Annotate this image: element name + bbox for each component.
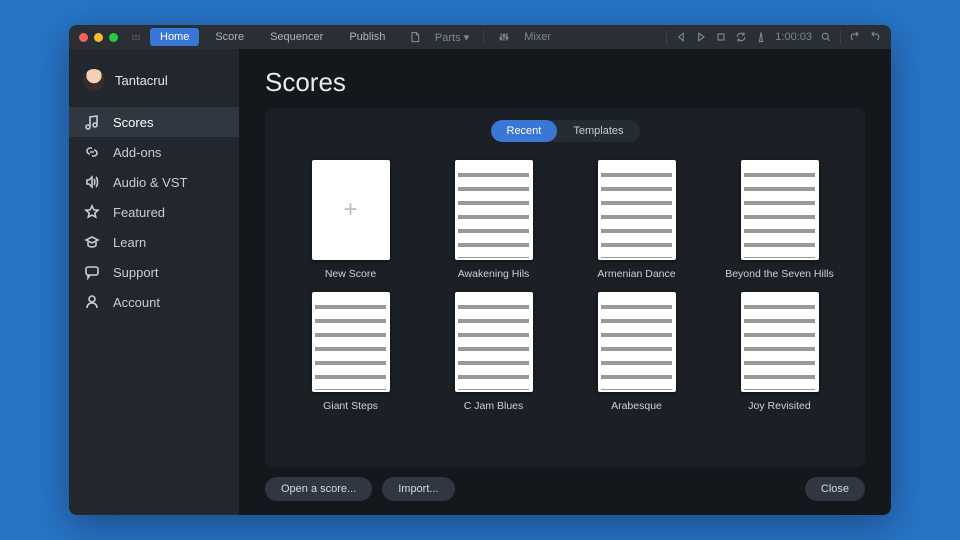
star-icon (83, 203, 101, 221)
sidebar-item-label: Add-ons (113, 145, 161, 160)
sidebar-item-label: Support (113, 265, 159, 280)
window-close-button[interactable] (79, 33, 88, 42)
sidebar-item-scores[interactable]: Scores (69, 107, 239, 137)
top-tab-publish[interactable]: Publish (339, 28, 395, 46)
window-maximize-button[interactable] (109, 33, 118, 42)
zoom-icon[interactable] (820, 31, 832, 43)
mixer-icon (498, 31, 510, 43)
toolbar-right: 1:00:03 (666, 30, 881, 44)
score-card-label: Awakening Hils (458, 268, 530, 280)
document-icon (409, 31, 421, 43)
score-card-label: New Score (325, 268, 376, 280)
avatar (83, 69, 105, 91)
sidebar-item-label: Scores (113, 115, 153, 130)
undo-icon[interactable] (849, 31, 861, 43)
scores-panel: Recent Templates + New Score Awakening H… (265, 108, 865, 467)
top-tab-score[interactable]: Score (205, 28, 254, 46)
scores-grid: + New Score Awakening Hils Armenian Danc… (281, 156, 849, 416)
mixer-button[interactable]: Mixer (524, 31, 551, 43)
tab-templates[interactable]: Templates (557, 120, 639, 142)
score-thumb (455, 160, 533, 260)
score-card-label: Armenian Dance (597, 268, 675, 280)
titlebar: Home Score Sequencer Publish Parts ▾ Mix… (69, 25, 891, 49)
metronome-icon[interactable] (755, 31, 767, 43)
link-icon (83, 143, 101, 161)
top-tabs: Home Score Sequencer Publish (150, 28, 395, 46)
body: Tantacrul Scores Add-ons Audio & VST Fe (69, 49, 891, 515)
stop-icon[interactable] (715, 31, 727, 43)
score-card-label: Beyond the Seven Hills (725, 268, 834, 280)
panel-tabs: Recent Templates (491, 120, 640, 142)
main: Scores Recent Templates + New Score Awak… (239, 49, 891, 515)
cap-icon (83, 233, 101, 251)
score-card[interactable]: Joy Revisited (720, 292, 839, 412)
toolbar-center: Parts ▾ Mixer (409, 30, 551, 44)
speaker-icon (83, 173, 101, 191)
parts-button[interactable]: Parts ▾ (435, 31, 469, 44)
score-thumb (598, 160, 676, 260)
username: Tantacrul (115, 73, 168, 88)
score-card-label: Giant Steps (323, 400, 378, 412)
window-minimize-button[interactable] (94, 33, 103, 42)
score-card[interactable]: Awakening Hils (434, 160, 553, 280)
timecode-display: 1:00:03 (775, 31, 812, 43)
play-icon[interactable] (695, 31, 707, 43)
score-card[interactable]: Arabesque (577, 292, 696, 412)
sidebar-nav: Scores Add-ons Audio & VST Featured Lear… (69, 107, 239, 317)
score-card[interactable]: Armenian Dance (577, 160, 696, 280)
sidebar-item-label: Learn (113, 235, 146, 250)
sidebar-item-label: Audio & VST (113, 175, 187, 190)
profile[interactable]: Tantacrul (69, 61, 239, 99)
user-icon (83, 293, 101, 311)
window-controls (79, 33, 118, 42)
import-button[interactable]: Import... (382, 477, 454, 501)
page-title: Scores (265, 67, 865, 98)
score-card[interactable]: Giant Steps (291, 292, 410, 412)
sidebar-item-support[interactable]: Support (69, 257, 239, 287)
footer: Open a score... Import... Close (265, 477, 865, 501)
loop-icon[interactable] (735, 31, 747, 43)
sidebar-item-label: Account (113, 295, 160, 310)
app-window: Home Score Sequencer Publish Parts ▾ Mix… (69, 25, 891, 515)
close-button[interactable]: Close (805, 477, 865, 501)
score-card-label: C Jam Blues (464, 400, 524, 412)
score-card-new[interactable]: + New Score (291, 160, 410, 280)
separator (483, 30, 484, 44)
score-thumb (598, 292, 676, 392)
score-card[interactable]: C Jam Blues (434, 292, 553, 412)
sidebar-item-learn[interactable]: Learn (69, 227, 239, 257)
score-card-label: Arabesque (611, 400, 662, 412)
sidebar-item-audio[interactable]: Audio & VST (69, 167, 239, 197)
tab-recent[interactable]: Recent (491, 120, 558, 142)
sidebar-item-account[interactable]: Account (69, 287, 239, 317)
score-card-label: Joy Revisited (748, 400, 810, 412)
score-thumb (741, 160, 819, 260)
score-thumb (741, 292, 819, 392)
redo-icon[interactable] (869, 31, 881, 43)
sidebar-item-addons[interactable]: Add-ons (69, 137, 239, 167)
sidebar-item-featured[interactable]: Featured (69, 197, 239, 227)
score-card[interactable]: Beyond the Seven Hills (720, 160, 839, 280)
drag-handle-icon[interactable] (132, 35, 140, 40)
sidebar-item-label: Featured (113, 205, 165, 220)
sidebar: Tantacrul Scores Add-ons Audio & VST Fe (69, 49, 239, 515)
plus-icon: + (312, 160, 390, 260)
top-tab-home[interactable]: Home (150, 28, 199, 46)
score-thumb (455, 292, 533, 392)
top-tab-sequencer[interactable]: Sequencer (260, 28, 333, 46)
open-score-button[interactable]: Open a score... (265, 477, 372, 501)
chat-icon (83, 263, 101, 281)
score-thumb (312, 292, 390, 392)
music-icon (83, 113, 101, 131)
rewind-icon[interactable] (675, 31, 687, 43)
